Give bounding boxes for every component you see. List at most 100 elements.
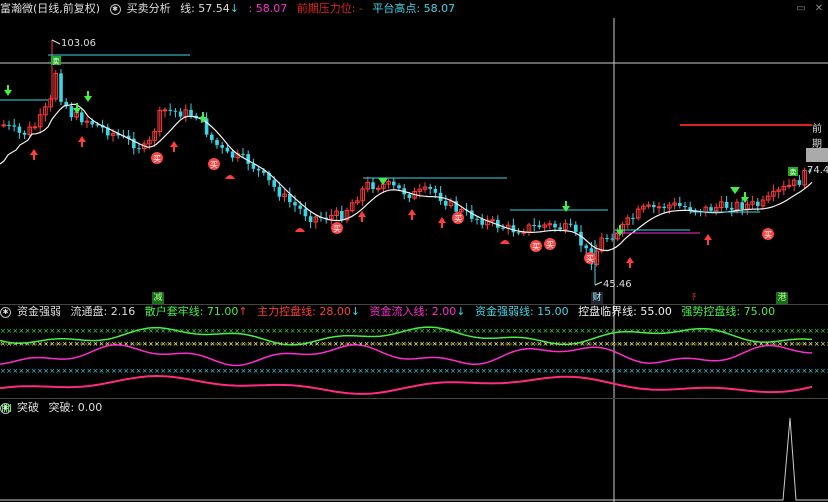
sub1-header: ✱ 资金强弱 流通盘: 2.16 散户套牢线: 71.00↑ 主力控盘线: 28.… [0, 305, 781, 319]
buy-arrow-icon [30, 149, 38, 160]
sub2-name[interactable]: 突破 [17, 401, 39, 414]
retail-arrow: ↑ [238, 305, 248, 318]
chart-canvas: 买买买买买 买买买卖卖 ×××××××××××××××××××××××××××××… [0, 18, 828, 502]
main-arrow: ↓ [350, 305, 361, 318]
candle-body-92 [475, 218, 479, 220]
candle-body-95 [490, 219, 495, 222]
candle-body-18 [90, 121, 94, 125]
mountain-icon [225, 175, 235, 179]
candle-body-99 [511, 225, 516, 233]
weak-label: 资金强弱线: 15.00 [474, 305, 569, 318]
marker-niu: ﾁ [691, 293, 697, 303]
candle-body-141 [730, 207, 734, 210]
buy-signal-text: 买 [153, 155, 161, 164]
candle-body-58 [298, 205, 302, 209]
breakout-value: 突破: 0.00 [48, 401, 103, 414]
sub-chart-capital: ××××××××××××××××××××××××××××××××××××××××… [0, 326, 828, 395]
strong-label: 强势控盘线: 75.00 [681, 305, 776, 318]
buy-arrow-icon [170, 141, 178, 152]
candle-body-84 [433, 188, 438, 193]
low-price-label: 45.46 [603, 279, 632, 290]
weak-x-row: ××××××××××××××××××××××××××××××××××××××××… [0, 367, 828, 375]
candle-body-117 [605, 238, 609, 240]
low-pointer [594, 281, 603, 286]
float-label: 流通盘: 2.16 [70, 305, 136, 318]
candle-body-12 [59, 73, 63, 102]
candle-body-86 [444, 200, 448, 206]
overlays: 买买买买买 买买买卖卖 [0, 39, 828, 286]
candle-body-16 [80, 112, 84, 123]
high-price-label: 103.06 [61, 38, 96, 49]
buy-signal-text: 买 [546, 241, 554, 250]
sell-arrow-icon [84, 91, 92, 102]
candle-body-131 [678, 203, 682, 206]
candle-body-37 [189, 109, 193, 116]
candle-body-33 [168, 109, 172, 111]
breakout-line [0, 417, 828, 501]
buy-arrow-icon [78, 136, 86, 147]
candle-body-113 [584, 245, 588, 249]
gear-icon-2[interactable]: ✱ [0, 306, 11, 318]
separator-2 [0, 398, 828, 399]
retail-label: 散户套牢线: 71.00 [144, 305, 239, 318]
buy-signal-text: 买 [333, 225, 341, 234]
candle-body-66 [340, 211, 344, 220]
buy-arrow-icon [626, 257, 634, 268]
candle-body-41 [210, 134, 214, 140]
candle-body-110 [568, 223, 573, 225]
gear-icon-3[interactable]: ✱ [0, 402, 11, 414]
inflow-arrow: ↓ [456, 305, 466, 318]
candle-body-14 [69, 106, 74, 118]
candle-body-108 [558, 227, 562, 230]
candle-body-132 [683, 205, 687, 208]
candle-body-76 [392, 181, 396, 186]
buy-signal-text: 买 [764, 231, 772, 240]
candle-body-100 [516, 232, 521, 234]
candle-body-77 [397, 185, 401, 189]
mountain-icon [295, 228, 305, 232]
candle-body-50 [256, 168, 261, 171]
candle-body-47 [241, 153, 245, 155]
marker-gang: 港 [776, 292, 788, 304]
triangle-icon [730, 187, 740, 194]
candle-body-143 [740, 202, 744, 210]
candle-body-118 [610, 238, 614, 240]
marker-jian: 减 [152, 292, 164, 304]
right-price-label: 74.40 [807, 165, 828, 176]
candle-body-127 [656, 206, 662, 209]
candle-body-104 [537, 225, 542, 228]
candle-body-32 [162, 109, 168, 112]
candle-body-4 [17, 126, 22, 133]
peak-pointer [51, 39, 61, 45]
marker-cai: 财 [591, 292, 603, 304]
candle-body-128 [662, 206, 666, 208]
candle-body-42 [215, 139, 219, 146]
candle-body-43 [220, 145, 224, 148]
candle-body-126 [652, 204, 656, 208]
buy-arrow-icon [408, 209, 416, 220]
candle-body-122 [631, 217, 635, 219]
buy-signal-text: 买 [532, 243, 540, 252]
candle-body-73 [375, 187, 381, 190]
candle-body-112 [579, 231, 583, 246]
candle-body-146 [756, 201, 760, 206]
candle-body-2 [7, 124, 11, 126]
candle-body-103 [532, 224, 536, 226]
sell-signal-text: 卖 [790, 169, 797, 177]
candle-body-35 [178, 111, 183, 117]
sub-chart-breakout [0, 404, 828, 501]
buy-arrow-icon [704, 234, 712, 245]
candle-body-53 [272, 180, 276, 187]
critical-x-row: ××××××××××××××××××××××××××××××××××××××××… [0, 340, 828, 348]
sub1-name[interactable]: 资金强弱 [17, 305, 61, 318]
main-label: 主力控盘线: 28.00 [257, 305, 351, 318]
candle-body-5 [22, 132, 27, 135]
buy-arrow-icon [438, 217, 446, 228]
candle-body-140 [724, 201, 729, 208]
inflow-label: 资金流入线: 2.00 [369, 305, 457, 318]
candle-body-107 [553, 223, 557, 228]
inflow-line [0, 374, 813, 395]
critical-label: 控盘临界线: 55.00 [578, 305, 672, 318]
candle-body-57 [293, 202, 297, 206]
pressure-right-label: 前期 [812, 124, 822, 150]
